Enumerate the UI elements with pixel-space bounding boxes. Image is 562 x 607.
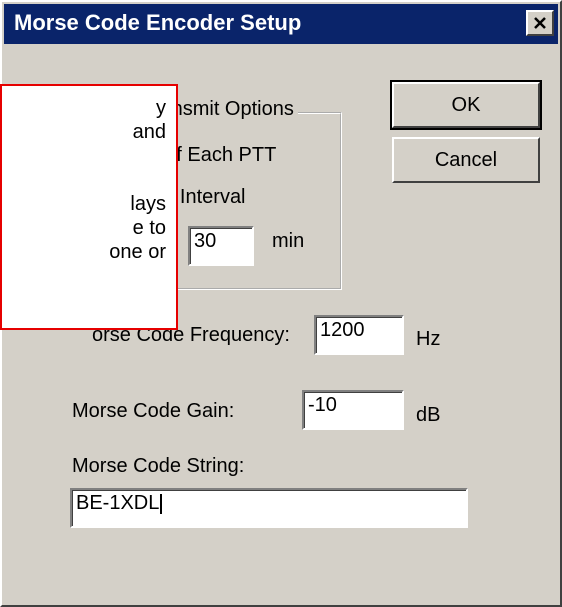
callout-line [2,168,166,192]
frequency-unit: Hz [416,328,441,350]
callout-line: one or [109,241,166,263]
cancel-button[interactable]: Cancel [392,137,540,183]
code-string-label: Morse Code String: [72,455,245,477]
callout-box: y and lays e to one or [0,84,178,330]
text-cursor [160,493,163,514]
callout-line: y [156,97,166,119]
timer-interval-unit: min [272,230,305,252]
ok-button[interactable]: OK [390,80,542,130]
callout-line: and [132,121,166,143]
window-title: Morse Code Encoder Setup [14,10,302,35]
callout-line [2,144,166,168]
callout-line: e to [132,217,166,239]
close-icon [534,17,546,29]
code-string-input[interactable]: BE-1XDL [70,488,468,528]
gain-input[interactable]: -10 [302,390,404,430]
gain-label: Morse Code Gain: [72,400,235,422]
code-string-value: BE-1XDL [76,492,160,514]
callout-line: lays [130,193,166,215]
gain-unit: dB [416,404,441,426]
title-bar[interactable]: Morse Code Encoder Setup [4,4,558,44]
callout-text: y and lays e to one or [2,96,166,264]
frequency-input[interactable]: 1200 [314,315,404,355]
timer-interval-input[interactable]: 30 [188,226,254,266]
close-button[interactable] [526,10,554,36]
